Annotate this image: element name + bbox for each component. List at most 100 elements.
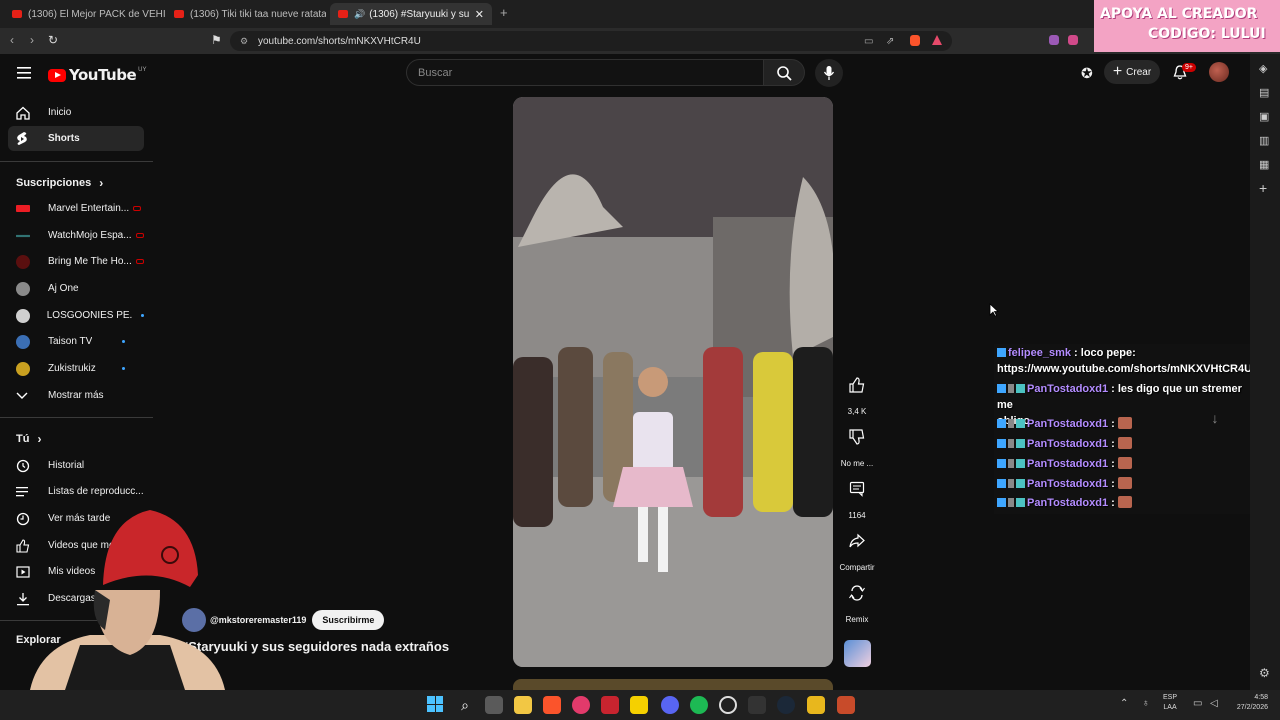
new-tab-icon[interactable]: + xyxy=(500,6,508,19)
wallet-icon[interactable]: ▣ xyxy=(1259,110,1269,123)
youtube-logo[interactable]: YouTube UY xyxy=(48,66,147,84)
scroll-down-arrow-icon[interactable]: ↓ xyxy=(1204,410,1226,432)
bookmark-icon[interactable]: ⚑ xyxy=(211,34,222,46)
chat-badge-icon xyxy=(1008,419,1014,428)
forward-icon[interactable]: › xyxy=(30,34,34,46)
sidebar-item-subscription[interactable]: Zukistrukiz xyxy=(8,356,144,381)
app-icon[interactable] xyxy=(807,696,825,714)
sidebar-item-subscription[interactable]: LOSGOONIES PE... xyxy=(8,303,144,328)
settings-gear-icon[interactable]: ⚙ xyxy=(1259,666,1270,680)
dislike-button[interactable]: No me ... xyxy=(839,419,875,468)
history-panel-icon[interactable]: ▦ xyxy=(1259,158,1269,171)
browser-tab-bar: (1306) El Mejor PACK de VEHICULOS (1306)… xyxy=(0,0,1280,28)
sidebar-item-subscription[interactable]: Aj One xyxy=(8,276,144,301)
sidebar-item-home[interactable]: Inicio xyxy=(8,100,144,125)
sidebar-item-playlists[interactable]: Listas de reproducc... xyxy=(8,479,144,504)
app-icon[interactable] xyxy=(837,696,855,714)
reading-list-icon[interactable]: ▤ xyxy=(1259,86,1269,99)
add-panel-icon[interactable]: + xyxy=(1259,180,1267,196)
task-view-icon[interactable] xyxy=(485,696,503,714)
chat-badge-icon xyxy=(1016,459,1025,468)
remix-button[interactable]: Remix xyxy=(839,575,875,624)
reload-icon[interactable]: ↻ xyxy=(48,34,58,46)
chat-username: PanTostadoxd1 xyxy=(1027,458,1109,470)
obs-icon[interactable] xyxy=(719,696,737,714)
comments-button[interactable]: 1164 xyxy=(839,471,875,520)
channel-avatar xyxy=(16,205,30,212)
chat-emote-icon xyxy=(1117,496,1132,508)
sidebar-item-subscription[interactable]: Marvel Entertain... xyxy=(8,196,144,221)
discord-icon[interactable] xyxy=(661,696,679,714)
app-icon[interactable] xyxy=(601,696,619,714)
notification-count-badge: 9+ xyxy=(1182,63,1196,72)
share-label: Compartir xyxy=(839,563,875,572)
channel-avatar-wrap xyxy=(8,254,40,269)
brave-browser-icon[interactable] xyxy=(543,696,561,714)
like-button[interactable]: 3,4 K xyxy=(839,367,875,416)
clock[interactable]: 4:58 27/2/2026 xyxy=(1226,693,1268,713)
next-short-preview[interactable] xyxy=(513,679,833,690)
site-info-icon[interactable]: ⚙ xyxy=(240,36,248,47)
app-icon[interactable] xyxy=(748,696,766,714)
browser-tab-active[interactable]: 🔊(1306) #Staryuuki y sus segui ✕ xyxy=(330,3,492,25)
shorts-video-player[interactable] xyxy=(513,97,833,667)
promo-code: CODIGO: LULUI xyxy=(1148,26,1266,42)
microphone-icon xyxy=(823,66,835,80)
brave-shield-icon[interactable] xyxy=(910,35,920,46)
subscribe-button[interactable]: Suscribirme xyxy=(312,610,385,630)
new-content-dot xyxy=(121,367,125,370)
sidebar-item-history[interactable]: Historial xyxy=(8,453,144,478)
close-tab-icon[interactable]: ✕ xyxy=(475,8,484,21)
steam-icon[interactable] xyxy=(777,696,795,714)
studio-icon[interactable]: ✪ xyxy=(1081,65,1093,82)
cast-icon[interactable]: ▭ xyxy=(864,36,873,47)
chat-badge-icon xyxy=(1008,384,1014,393)
media-player-icon[interactable] xyxy=(572,696,590,714)
sidebar-item-subscription[interactable]: Taison TV xyxy=(8,329,144,354)
bookmarks-icon[interactable]: ▥ xyxy=(1259,134,1269,147)
sidebar-item-subscription[interactable]: WatchMojo Espa... xyxy=(8,223,144,248)
sidebar-item-shorts[interactable]: Shorts xyxy=(8,126,144,151)
subscriptions-heading[interactable]: Suscripciones › xyxy=(16,176,103,190)
volume-icon[interactable]: ◁ xyxy=(1210,698,1218,709)
chat-username: PanTostadoxd1 xyxy=(1027,383,1109,395)
microphone-tray-icon[interactable]: ♁ xyxy=(1142,698,1150,709)
browser-tab[interactable]: (1306) Tiki tiki taa nueve ratatata Spa xyxy=(166,3,326,25)
extension-icon[interactable] xyxy=(1049,35,1059,45)
brave-rewards-icon[interactable] xyxy=(932,35,942,45)
chat-username: PanTostadoxd1 xyxy=(1027,497,1109,509)
taskbar-search-icon[interactable]: ⌕ xyxy=(456,696,474,714)
share-button[interactable]: Compartir xyxy=(839,523,875,572)
show-more-button[interactable]: Mostrar más xyxy=(8,383,144,408)
channel-avatar xyxy=(16,334,30,349)
file-explorer-icon[interactable] xyxy=(514,696,532,714)
create-button[interactable]: + Crear xyxy=(1104,60,1160,84)
chat-badge-icon xyxy=(1008,479,1014,488)
voice-search-button[interactable] xyxy=(815,59,843,87)
language-indicator[interactable]: ESP LAA xyxy=(1163,693,1177,713)
user-avatar[interactable] xyxy=(1209,62,1229,82)
logo-text: YouTube xyxy=(69,66,137,84)
sound-thumbnail[interactable] xyxy=(844,640,871,667)
menu-icon[interactable] xyxy=(17,66,31,84)
chat-badge-icon xyxy=(997,439,1006,448)
chat-text: : xyxy=(1111,497,1115,509)
browser-tab[interactable]: (1306) El Mejor PACK de VEHICULOS xyxy=(4,3,166,25)
extension-icon[interactable] xyxy=(1068,35,1078,45)
share-page-icon[interactable]: ⇗ xyxy=(886,36,894,47)
search-button[interactable] xyxy=(764,59,805,86)
windows-start-icon[interactable] xyxy=(427,696,443,712)
network-icon[interactable]: ▭ xyxy=(1193,698,1202,709)
url-input[interactable]: ⚙ youtube.com/shorts/mNKXVHtCR4U ▭ ⇗ xyxy=(230,31,952,51)
search-input[interactable]: Buscar xyxy=(406,59,764,86)
new-content-dot xyxy=(141,314,144,317)
back-icon[interactable]: ‹ xyxy=(10,34,14,46)
sticky-notes-icon[interactable] xyxy=(630,696,648,714)
leo-ai-icon[interactable]: ◈ xyxy=(1259,62,1267,75)
spotify-icon[interactable] xyxy=(690,696,708,714)
browser-side-rail: ◈ ▤ ▣ ▥ ▦ + ⚙ xyxy=(1250,54,1280,690)
you-heading[interactable]: Tú › xyxy=(16,432,41,446)
tray-chevron-icon[interactable]: ⌃ xyxy=(1120,698,1128,709)
you-title: Tú xyxy=(16,433,30,445)
sidebar-item-subscription[interactable]: Bring Me The Ho... xyxy=(8,249,144,274)
